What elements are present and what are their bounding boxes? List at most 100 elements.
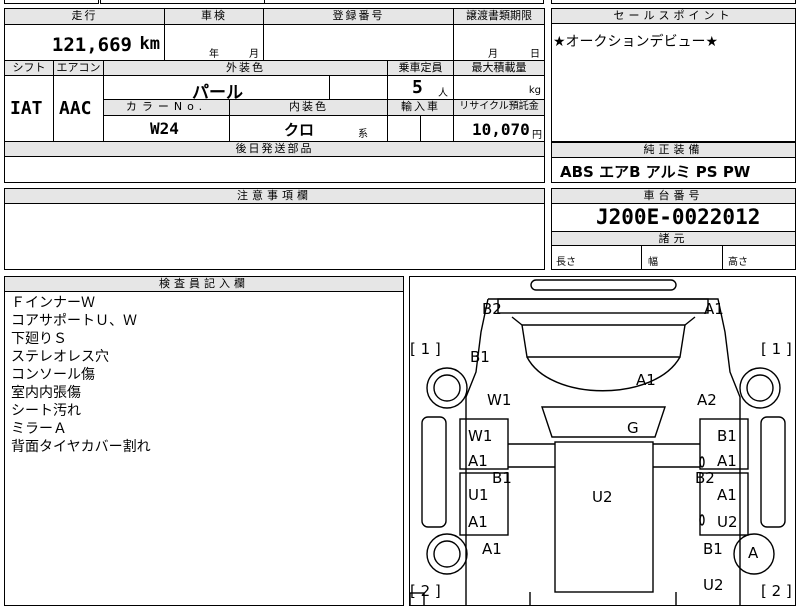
bracket-2-right: [ 2 ]	[761, 582, 792, 600]
left-side-sill	[421, 416, 447, 528]
top-row-cell-1	[4, 0, 99, 4]
import-cell-1	[388, 116, 421, 142]
damage-mark: A1	[704, 300, 724, 318]
registration-label: 登録番号	[264, 9, 454, 25]
spec-table: 走行 車検 登録番号 譲渡書類期限 121,669 km 年 月 月 日 シフト…	[4, 8, 545, 183]
inspector-note: ＦインナーＷ	[11, 295, 95, 311]
later-parts-label: 後日発送部品	[5, 142, 544, 157]
color-no-cell: W24	[104, 116, 230, 142]
top-row-cell-4	[551, 0, 796, 4]
body-outline	[465, 298, 741, 605]
max-load-label: 最大積載量	[454, 61, 544, 76]
damage-mark: A1	[482, 540, 502, 558]
inspector-note: ステレオレス穴	[11, 349, 109, 365]
caution-box: 注意事項欄	[4, 188, 545, 270]
dims-divider-1	[641, 246, 642, 269]
int-color-suffix: 系	[358, 129, 368, 140]
ac-label: エアコン	[54, 61, 104, 76]
hood-panel	[521, 324, 686, 358]
int-color-cell: クロ 系	[230, 116, 388, 142]
top-row-cell-2	[100, 0, 265, 4]
front-grille	[497, 298, 709, 314]
color-no-value: W24	[150, 119, 179, 138]
import-label: 輸入車	[388, 100, 454, 116]
windshield	[541, 406, 666, 438]
bracket-1-left: [ 1 ]	[410, 340, 441, 358]
damage-mark: A1	[636, 371, 656, 389]
ext-color-cell: パール	[104, 76, 330, 103]
import-cell-2	[421, 116, 454, 142]
ac-value: AAC	[59, 98, 92, 119]
inspection-year: 年	[209, 49, 219, 60]
damage-mark: A1	[717, 486, 737, 504]
capacity-unit: 人	[438, 88, 448, 99]
chassis-box: 車台番号 J200E-0022012 諸元 長さ 幅 高さ	[551, 188, 796, 270]
sales-point-text: ★オークションデビュー★	[553, 34, 719, 50]
damage-mark: B1	[717, 427, 737, 445]
wheel-rear-left	[426, 533, 468, 575]
capacity-value: 5	[412, 77, 423, 98]
recycle-cell: 10,070 円	[454, 116, 544, 142]
dims-row: 長さ 幅 高さ	[552, 246, 795, 269]
damage-mark: W1	[468, 427, 493, 445]
inspector-note: 下廻りＳ	[11, 331, 67, 347]
shift-value: IAT	[10, 98, 43, 119]
damage-mark: B1	[492, 469, 512, 487]
shift-cell: IAT	[5, 76, 54, 142]
rear-outline	[529, 592, 677, 605]
later-parts-area	[5, 157, 544, 182]
damage-mark: A2	[697, 391, 717, 409]
ext-color-label: 外装色	[104, 61, 388, 76]
dims-height: 高さ	[728, 257, 748, 268]
inspector-note: ミラーＡ	[11, 421, 67, 437]
bracket-2-left: [ 2 ]	[410, 582, 441, 600]
dims-divider-2	[722, 246, 723, 269]
equipment-label: 純正装備	[552, 143, 795, 158]
damage-mark: U2	[703, 576, 724, 594]
transfer-deadline-label: 譲渡書類期限	[454, 9, 544, 25]
wheel-front-left	[426, 367, 468, 409]
top-row-cell-3	[264, 0, 544, 4]
hood-curve	[526, 356, 681, 392]
damage-mark: B2	[695, 469, 715, 487]
recycle-label: リサイクル預託金	[454, 100, 544, 116]
equipment-text: ABS エアB アルミ PS PW	[560, 163, 751, 181]
damage-mark: A1	[468, 452, 488, 470]
mirror-mark-right-2	[699, 514, 705, 526]
damage-mark: U2	[717, 513, 738, 531]
damage-mark: A1	[717, 452, 737, 470]
color-no-label: カラーNo.	[104, 100, 230, 116]
capacity-cell: 5 人	[388, 76, 454, 100]
inspector-note: コンソール傷	[11, 367, 95, 383]
mileage-label: 走行	[5, 9, 165, 25]
mileage-unit: km	[139, 34, 160, 54]
max-load-cell: kg	[454, 76, 544, 100]
inspection-cell: 年 月	[165, 25, 264, 61]
chassis-number: J200E-0022012	[596, 205, 761, 229]
recycle-unit: 円	[532, 130, 542, 141]
inspection-month: 月	[249, 49, 259, 60]
capacity-label: 乗車定員	[388, 61, 454, 76]
inspector-note: 室内内張傷	[11, 385, 81, 401]
caution-label: 注意事項欄	[5, 189, 544, 204]
int-color-label: 内装色	[230, 100, 388, 116]
sales-point-label: セールスポイント	[552, 9, 795, 24]
int-color-value: クロ	[284, 121, 315, 139]
transfer-month: 月	[488, 49, 498, 60]
chassis-label: 車台番号	[552, 189, 795, 204]
transfer-cell: 月 日	[454, 25, 544, 61]
fender-line-left	[511, 316, 523, 326]
roof-panel	[554, 441, 654, 593]
inspection-label: 車検	[165, 9, 264, 25]
wheel-front-right	[739, 367, 781, 409]
fender-line-right	[684, 316, 696, 326]
bracket-1-right: [ 1 ]	[761, 340, 792, 358]
right-side-sill	[760, 416, 786, 528]
damage-mark: B1	[703, 540, 723, 558]
dims-label: 諸元	[552, 231, 795, 246]
inspector-notes: ＦインナーＷ コアサポートＵ、Ｗ 下廻りＳ ステレオレス穴 コンソール傷 室内内…	[5, 294, 151, 456]
inspector-note: コアサポートＵ、Ｗ	[11, 313, 137, 329]
mirror-mark-right	[699, 456, 705, 468]
inspector-label: 検査員記入欄	[5, 277, 403, 292]
damage-mark: U1	[468, 486, 489, 504]
